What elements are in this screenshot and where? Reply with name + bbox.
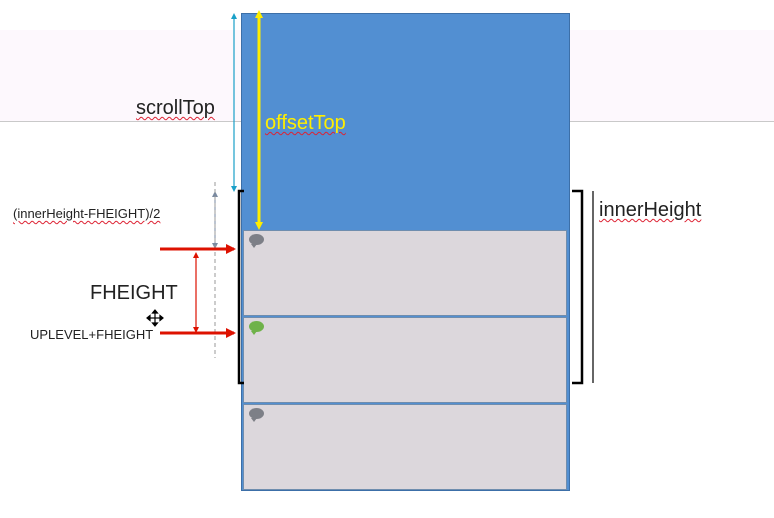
scrolltop-label: scrollTop [136, 97, 215, 119]
annotation-overlay [146, 10, 594, 385]
center-formula-label: (innerHeight-FHEIGHT)/2 [13, 206, 161, 221]
innerheight-label: innerHeight [599, 199, 702, 221]
viewport-left-bracket [237, 189, 244, 385]
move-cursor-icon [146, 309, 164, 327]
viewport-right-bracket [572, 189, 584, 385]
fheight-label: FHEIGHT [90, 282, 178, 304]
offsettop-label: offsetTop [265, 112, 346, 134]
uplevel-fheight-label: UPLEVEL+FHEIGHT [30, 327, 154, 342]
